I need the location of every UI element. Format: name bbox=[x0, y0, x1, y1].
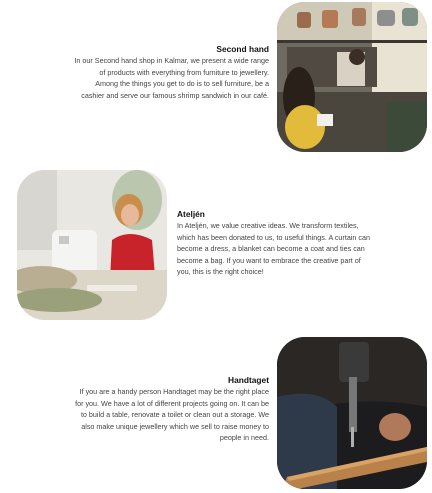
ateljen-section: Ateljén In Ateljén, we value creative id… bbox=[0, 165, 432, 325]
second-hand-shop-photo bbox=[277, 2, 427, 152]
second-hand-section: Second hand In our Second hand shop in K… bbox=[0, 0, 432, 160]
ateljen-description: In Ateljén, we value creative ideas. We … bbox=[177, 221, 370, 277]
handtaget-drilling-photo bbox=[277, 337, 427, 489]
ateljen-title: Ateljén bbox=[177, 209, 205, 219]
second-hand-title: Second hand bbox=[216, 44, 269, 54]
second-hand-text: Second hand In our Second hand shop in K… bbox=[22, 43, 269, 101]
handtaget-text: Handtaget If you are a handy person Hand… bbox=[22, 374, 269, 444]
handtaget-title: Handtaget bbox=[228, 375, 269, 385]
second-hand-description: In our Second hand shop in Kalmar, we pr… bbox=[74, 56, 269, 100]
ateljen-sewing-photo bbox=[17, 170, 167, 320]
handtaget-section: Handtaget If you are a handy person Hand… bbox=[0, 333, 432, 493]
ateljen-text: Ateljén In Ateljén, we value creative id… bbox=[177, 208, 424, 278]
handtaget-description: If you are a handy person Handtaget may … bbox=[75, 387, 269, 443]
